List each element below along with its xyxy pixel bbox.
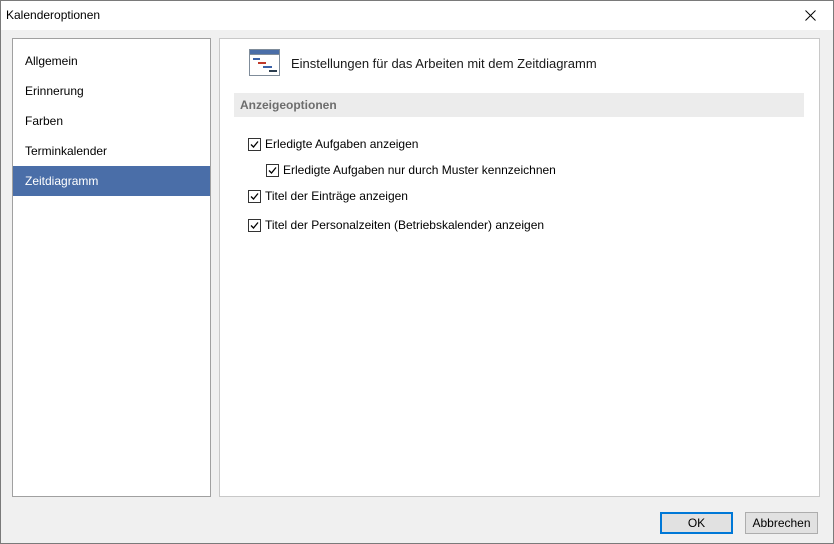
checkmark-icon <box>250 221 259 229</box>
option-label: Titel der Einträge anzeigen <box>265 189 408 203</box>
option-label: Titel der Personalzeiten (Betriebskalend… <box>265 218 545 232</box>
nav-item-zeitdiagramm[interactable]: Zeitdiagramm <box>13 166 210 196</box>
nav-item-allgemein[interactable]: Allgemein <box>13 46 210 76</box>
dialog-content: Allgemein Erinnerung Farben Terminkalend… <box>1 30 833 543</box>
ok-button[interactable]: OK <box>660 512 733 534</box>
nav-item-label: Farben <box>25 114 64 128</box>
section-label: Anzeigeoptionen <box>240 98 337 112</box>
nav-item-erinnerung[interactable]: Erinnerung <box>13 76 210 106</box>
option-show-completed-tasks[interactable]: Erledigte Aufgaben anzeigen <box>248 136 418 152</box>
nav-item-farben[interactable]: Farben <box>13 106 210 136</box>
checkmark-icon <box>268 166 277 174</box>
gantt-chart-icon <box>249 49 280 76</box>
cancel-button[interactable]: Abbrechen <box>745 512 818 534</box>
nav-item-terminkalender[interactable]: Terminkalender <box>13 136 210 166</box>
title-bar[interactable]: Kalenderoptionen <box>1 1 833 30</box>
section-header: Anzeigeoptionen <box>234 93 804 117</box>
ok-button-label: OK <box>687 516 706 530</box>
option-show-staff-time-titles[interactable]: Titel der Personalzeiten (Betriebskalend… <box>248 217 544 233</box>
checkmark-icon <box>250 192 259 200</box>
close-icon <box>805 10 816 21</box>
nav-item-label: Zeitdiagramm <box>25 174 99 188</box>
close-button[interactable] <box>788 1 833 30</box>
window-title: Kalenderoptionen <box>6 8 101 22</box>
checkbox[interactable] <box>248 218 261 232</box>
option-show-entry-titles[interactable]: Titel der Einträge anzeigen <box>248 188 408 204</box>
panel-title: Einstellungen für das Arbeiten mit dem Z… <box>291 56 597 71</box>
dialog-window: Kalenderoptionen Allgemein Erinnerung Fa… <box>0 0 834 544</box>
option-label: Erledigte Aufgaben anzeigen <box>265 137 419 151</box>
nav-item-label: Erinnerung <box>25 84 84 98</box>
category-list: Allgemein Erinnerung Farben Terminkalend… <box>12 38 211 497</box>
settings-panel: Einstellungen für das Arbeiten mit dem Z… <box>219 38 820 497</box>
checkbox[interactable] <box>248 137 261 151</box>
nav-item-label: Terminkalender <box>25 144 108 158</box>
checkbox[interactable] <box>266 163 279 177</box>
option-mark-completed-pattern[interactable]: Erledigte Aufgaben nur durch Muster kenn… <box>266 162 556 178</box>
checkmark-icon <box>250 140 259 148</box>
option-label: Erledigte Aufgaben nur durch Muster kenn… <box>283 163 556 177</box>
checkbox[interactable] <box>248 189 261 203</box>
cancel-button-label: Abbrechen <box>752 516 811 530</box>
nav-item-label: Allgemein <box>25 54 78 68</box>
